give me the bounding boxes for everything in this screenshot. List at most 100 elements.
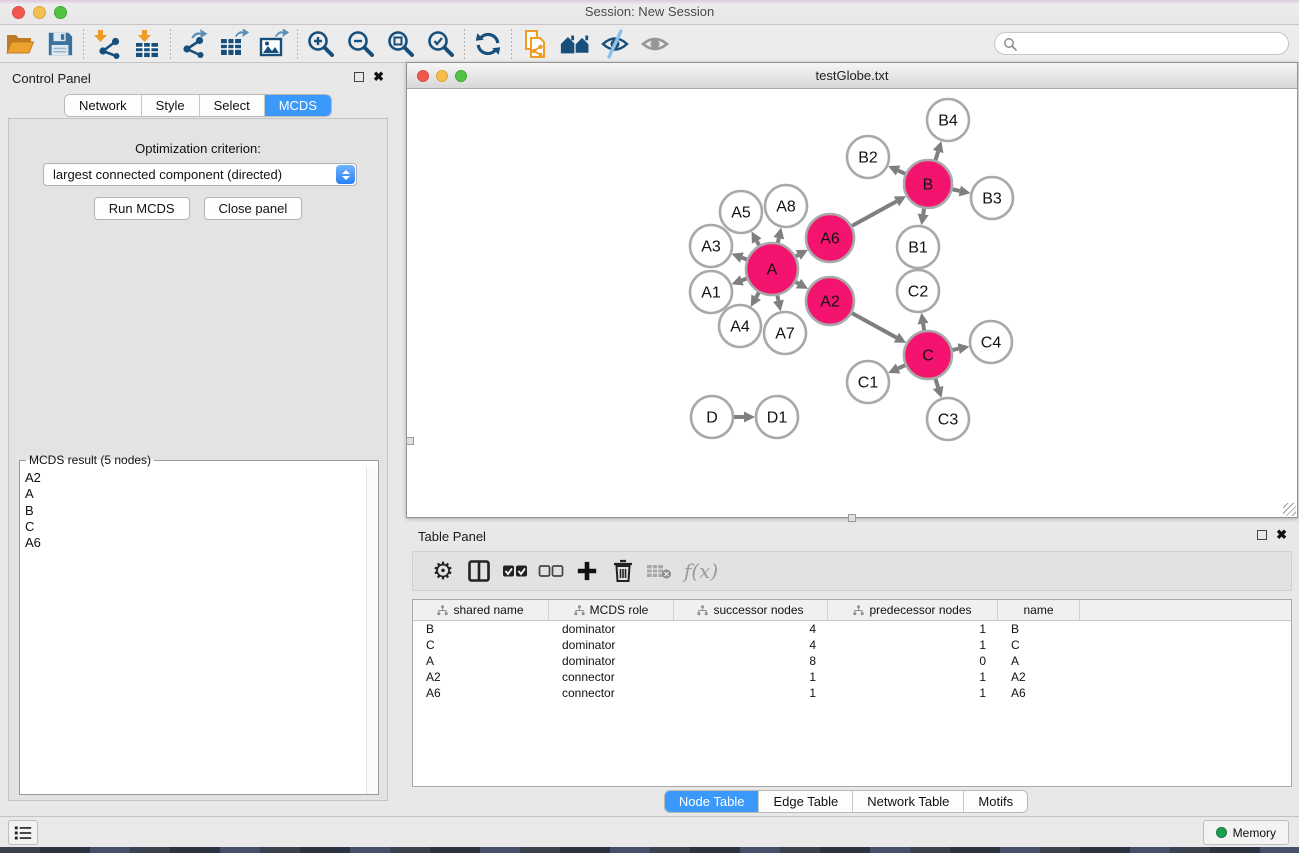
network-title: testGlobe.txt — [407, 68, 1297, 83]
cell-shared_name: A — [413, 654, 549, 668]
result-item[interactable]: B — [25, 503, 378, 519]
control-tab-mcds[interactable]: MCDS — [265, 95, 331, 116]
column-header-predecessor-nodes[interactable]: predecessor nodes — [828, 600, 998, 620]
zoom-in-button[interactable] — [301, 27, 341, 61]
node-label: A2 — [820, 294, 840, 311]
control-tab-network[interactable]: Network — [65, 95, 142, 116]
result-item[interactable]: A2 — [25, 470, 378, 486]
graph-edge-C-C3[interactable] — [935, 378, 938, 388]
result-scrollbar[interactable] — [366, 467, 378, 794]
node-label: A4 — [730, 319, 750, 336]
export-network-icon — [179, 29, 209, 59]
criterion-select[interactable]: largest connected component (directed) — [43, 163, 357, 186]
clone-network-icon — [520, 29, 550, 59]
mcds-result-list[interactable]: A2ABCA6 — [20, 467, 378, 794]
table-options-button[interactable]: ⚙ — [425, 554, 461, 588]
node-label: A1 — [701, 285, 721, 302]
network-graph[interactable]: AA1A2A3A4A5A6A7A8BB1B2B3B4CC1C2C3C4DD1 — [407, 89, 1297, 517]
table-row[interactable]: Adominator80A — [413, 653, 1291, 669]
toolbar-separator — [83, 29, 84, 59]
table-row[interactable]: Cdominator41C — [413, 637, 1291, 653]
search-input[interactable] — [1017, 34, 1288, 53]
control-tab-style[interactable]: Style — [142, 95, 200, 116]
network-canvas[interactable]: AA1A2A3A4A5A6A7A8BB1B2B3B4CC1C2C3C4DD1 — [407, 89, 1297, 517]
close-panel-icon[interactable]: ✖ — [373, 72, 384, 82]
table-tab-edge-table[interactable]: Edge Table — [759, 791, 853, 812]
column-header-MCDS-role[interactable]: MCDS role — [549, 600, 674, 620]
control-tab-select[interactable]: Select — [200, 95, 265, 116]
memory-button[interactable]: Memory — [1203, 820, 1289, 845]
table-row[interactable]: A2connector11A2 — [413, 669, 1291, 685]
delete-table-icon — [646, 562, 672, 580]
left-edge-grip[interactable] — [406, 437, 414, 445]
close-panel-button[interactable]: Close panel — [204, 197, 303, 220]
table-row[interactable]: Bdominator41B — [413, 621, 1291, 637]
add-column-button[interactable] — [569, 554, 605, 588]
zoom-selected-button[interactable] — [421, 27, 461, 61]
result-item[interactable]: A6 — [25, 535, 378, 551]
sort-hierarchy-icon — [853, 605, 864, 616]
unselect-all-columns-button[interactable] — [533, 554, 569, 588]
table-row[interactable]: A6connector11A6 — [413, 685, 1291, 701]
graph-edge-C-C1[interactable] — [898, 365, 906, 369]
import-table-button[interactable] — [127, 27, 167, 61]
cell-mcds_role: connector — [549, 670, 674, 684]
toolbar-separator — [464, 29, 465, 59]
node-table[interactable]: shared name MCDS role successor nodesprede… — [412, 599, 1292, 787]
apply-layout-button[interactable] — [468, 27, 508, 61]
export-table-icon — [219, 29, 249, 59]
window-resize-grip[interactable] — [1283, 503, 1296, 516]
mcds-result-box: MCDS result (5 nodes) A2ABCA6 — [19, 453, 379, 795]
window-titlebar: Session: New Session — [0, 0, 1299, 25]
criterion-value: largest connected component (directed) — [44, 167, 336, 182]
first-neighbors-button[interactable] — [555, 27, 595, 61]
table-panel: Table Panel ✖ ⚙ — [406, 521, 1299, 816]
node-label: C3 — [938, 412, 959, 429]
cell-mcds_role: dominator — [549, 622, 674, 636]
import-network-icon — [92, 29, 122, 59]
result-item[interactable]: C — [25, 519, 378, 535]
graph-edge-A2-C[interactable] — [851, 313, 896, 338]
node-label: A — [767, 262, 778, 279]
result-item[interactable]: A — [25, 486, 378, 502]
float-panel-icon[interactable] — [354, 72, 364, 82]
table-tab-network-table[interactable]: Network Table — [853, 791, 964, 812]
graph-edge-A6-B[interactable] — [851, 201, 896, 226]
save-session-button[interactable] — [40, 27, 80, 61]
zoom-out-button[interactable] — [341, 27, 381, 61]
export-network-button[interactable] — [174, 27, 214, 61]
show-all-button[interactable] — [635, 27, 675, 61]
task-history-button[interactable] — [8, 820, 38, 845]
column-header-successor-nodes[interactable]: successor nodes — [674, 600, 828, 620]
delete-table-button[interactable] — [641, 554, 677, 588]
search-field[interactable] — [994, 32, 1289, 55]
columns-icon — [467, 559, 491, 583]
column-label: shared name — [453, 603, 523, 617]
network-window-titlebar[interactable]: testGlobe.txt — [407, 63, 1297, 89]
new-network-from-selection-button[interactable] — [515, 27, 555, 61]
close-table-panel-icon[interactable]: ✖ — [1276, 530, 1287, 540]
node-label: C — [922, 348, 934, 365]
table-tab-node-table[interactable]: Node Table — [665, 791, 760, 812]
select-all-columns-button[interactable] — [497, 554, 533, 588]
open-session-button[interactable] — [0, 27, 40, 61]
delete-columns-button[interactable] — [605, 554, 641, 588]
column-header-shared-name[interactable]: shared name — [413, 600, 549, 620]
import-network-button[interactable] — [87, 27, 127, 61]
node-label: A8 — [776, 199, 796, 216]
export-table-button[interactable] — [214, 27, 254, 61]
graph-edge-B-B2[interactable] — [898, 171, 906, 175]
show-column-button[interactable] — [461, 554, 497, 588]
run-mcds-button[interactable]: Run MCDS — [94, 197, 190, 220]
zoom-fit-button[interactable] — [381, 27, 421, 61]
table-tab-motifs[interactable]: Motifs — [964, 791, 1027, 812]
main-content: Control Panel ✖ NetworkStyleSelectMCDS O… — [0, 63, 1299, 816]
export-image-button[interactable] — [254, 27, 294, 61]
hide-selected-button[interactable] — [595, 27, 635, 61]
graph-edge-B-B4[interactable] — [935, 151, 938, 161]
column-header-name[interactable]: name — [998, 600, 1080, 620]
edge-arrowhead — [933, 386, 943, 398]
column-label: MCDS role — [590, 603, 649, 617]
function-builder-button[interactable]: f(x) — [677, 554, 725, 588]
float-table-panel-icon[interactable] — [1257, 530, 1267, 540]
